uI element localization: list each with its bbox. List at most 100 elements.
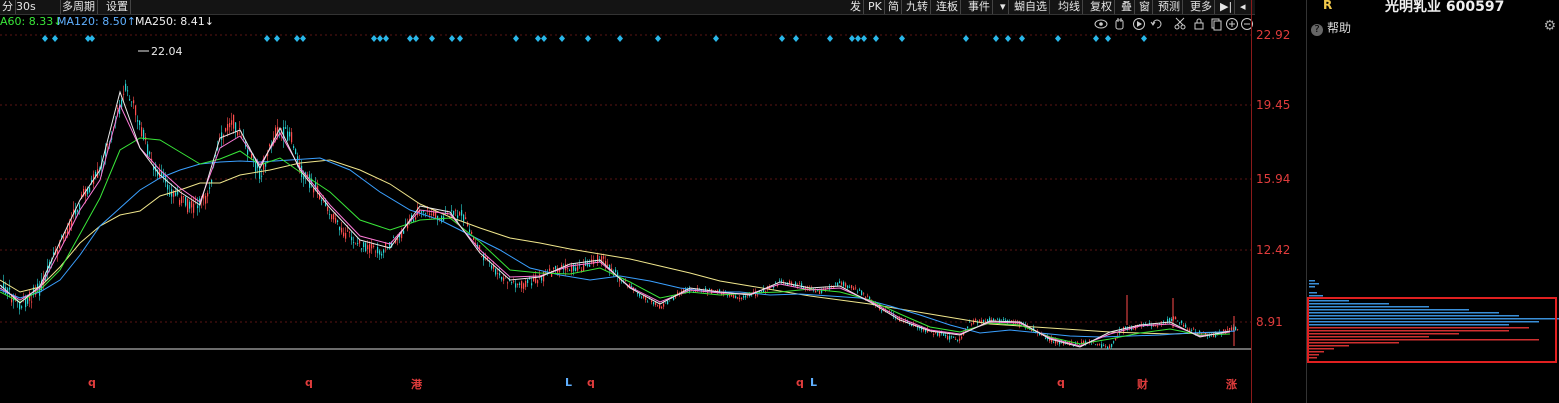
candle-body: [127, 90, 129, 92]
event-marker[interactable]: 涨: [1226, 376, 1237, 392]
lianban-button[interactable]: 连板: [934, 0, 961, 14]
candle-body: [389, 242, 391, 248]
candle-body: [89, 187, 91, 193]
signal-diamond: [1019, 35, 1025, 42]
candle-body: [1235, 327, 1237, 331]
candle-body: [541, 277, 543, 281]
eye-icon[interactable]: [1094, 19, 1108, 29]
candle-body: [321, 199, 323, 201]
candle-body: [987, 319, 989, 322]
collapse-left-icon[interactable]: ◂: [1238, 0, 1248, 14]
candle-body: [801, 283, 803, 288]
candle-body: [79, 204, 81, 210]
play-icon[interactable]: [1133, 18, 1145, 30]
jiuzhuan-button[interactable]: 九转: [904, 0, 931, 14]
price-label-5: 8.91: [1256, 315, 1283, 329]
candle-body: [415, 217, 417, 220]
event-button[interactable]: 事件: [966, 0, 993, 14]
candle-body: [235, 122, 237, 133]
candle-body: [1113, 341, 1115, 343]
settings-button[interactable]: 设置: [104, 0, 131, 14]
hand-icon[interactable]: [1115, 18, 1124, 30]
fa-button[interactable]: 发: [848, 0, 864, 14]
candle-body: [459, 212, 461, 216]
event-marker[interactable]: 港: [411, 376, 422, 392]
undo-icon[interactable]: [1150, 19, 1162, 29]
volume-profile-bar: [1309, 286, 1315, 288]
signal-diamond: [89, 35, 95, 42]
candle-body: [1229, 328, 1231, 330]
candle-body: [645, 297, 647, 301]
gear-icon[interactable]: ⚙: [1543, 18, 1556, 34]
event-marker[interactable]: L: [565, 376, 572, 389]
candle-body: [1075, 343, 1077, 345]
candle-body: [657, 305, 659, 307]
candle-body: [231, 120, 233, 125]
event-marker[interactable]: L: [810, 376, 817, 389]
candle-body: [137, 120, 139, 122]
candle-body: [269, 144, 271, 147]
candle-body: [527, 279, 529, 284]
copy-icon[interactable]: [1211, 18, 1222, 31]
adjust-button[interactable]: 复权: [1088, 0, 1115, 14]
candle-body: [515, 283, 517, 288]
candle-body: [191, 200, 193, 208]
add-watchlist-button[interactable]: 蝴自选: [1012, 0, 1050, 14]
period-30s-button[interactable]: 30s: [14, 0, 61, 14]
event-marker[interactable]: q: [1057, 376, 1065, 389]
lock-icon[interactable]: [1194, 18, 1204, 30]
signal-diamond: [300, 35, 306, 42]
candle-body: [207, 192, 209, 197]
candle-body: [187, 198, 189, 213]
jian-button[interactable]: 简: [886, 0, 902, 14]
skip-end-icon[interactable]: ▶|: [1218, 0, 1236, 14]
event-marker[interactable]: q: [587, 376, 595, 389]
window-button[interactable]: 窗: [1137, 0, 1153, 14]
multi-period-button[interactable]: 多周期: [60, 0, 98, 14]
event-marker[interactable]: q: [88, 376, 96, 389]
candle-body: [641, 296, 643, 298]
candle-body: [197, 205, 199, 209]
candle-body: [973, 320, 975, 324]
signal-diamond: [827, 35, 833, 42]
candle-body: [589, 264, 591, 267]
candle-body: [1099, 344, 1101, 345]
signal-diamond: [52, 35, 58, 42]
signal-diamond: [541, 35, 547, 42]
candle-body: [221, 132, 223, 140]
dropdown-arrow-icon[interactable]: ▾: [998, 0, 1009, 14]
candle-body: [379, 250, 381, 255]
candle-body: [765, 291, 767, 292]
candle-body: [1133, 328, 1135, 330]
candle-body: [451, 210, 453, 212]
event-marker[interactable]: q: [796, 376, 804, 389]
candle-body: [327, 207, 329, 211]
signal-diamond: [42, 35, 48, 42]
candle-body: [209, 187, 211, 189]
more-button[interactable]: 更多: [1188, 0, 1215, 14]
overlay-button[interactable]: 叠: [1119, 0, 1135, 14]
candle-body: [865, 297, 867, 298]
help-button[interactable]: ? 帮助: [1311, 19, 1351, 36]
zoom-in-icon[interactable]: [1226, 18, 1238, 30]
candle-body: [751, 295, 753, 297]
candle-body: [175, 192, 177, 196]
event-marker[interactable]: q: [305, 376, 313, 389]
signal-diamond: [1093, 35, 1099, 42]
signal-diamond: [779, 35, 785, 42]
kline-chart[interactable]: 22.04: [0, 30, 1251, 403]
candle-body: [615, 269, 617, 273]
scissors-icon[interactable]: [1174, 17, 1186, 30]
signal-diamond: [264, 35, 270, 42]
candle-body: [561, 264, 563, 267]
candle-body: [1103, 344, 1105, 346]
candle-body: [421, 211, 423, 213]
candle-body: [799, 283, 801, 285]
signal-diamond: [535, 35, 541, 42]
candle-body: [445, 211, 447, 213]
ma-lines-button[interactable]: 均线: [1056, 0, 1083, 14]
forecast-button[interactable]: 预测: [1156, 0, 1183, 14]
pk-button[interactable]: PK: [866, 0, 885, 14]
chart-toolbar: 分 30s 多周期 设置 发 PK 简 九转 连板 事件 ▾ 蝴自选 均线 复权…: [0, 0, 1255, 15]
event-marker[interactable]: 财: [1137, 376, 1148, 392]
